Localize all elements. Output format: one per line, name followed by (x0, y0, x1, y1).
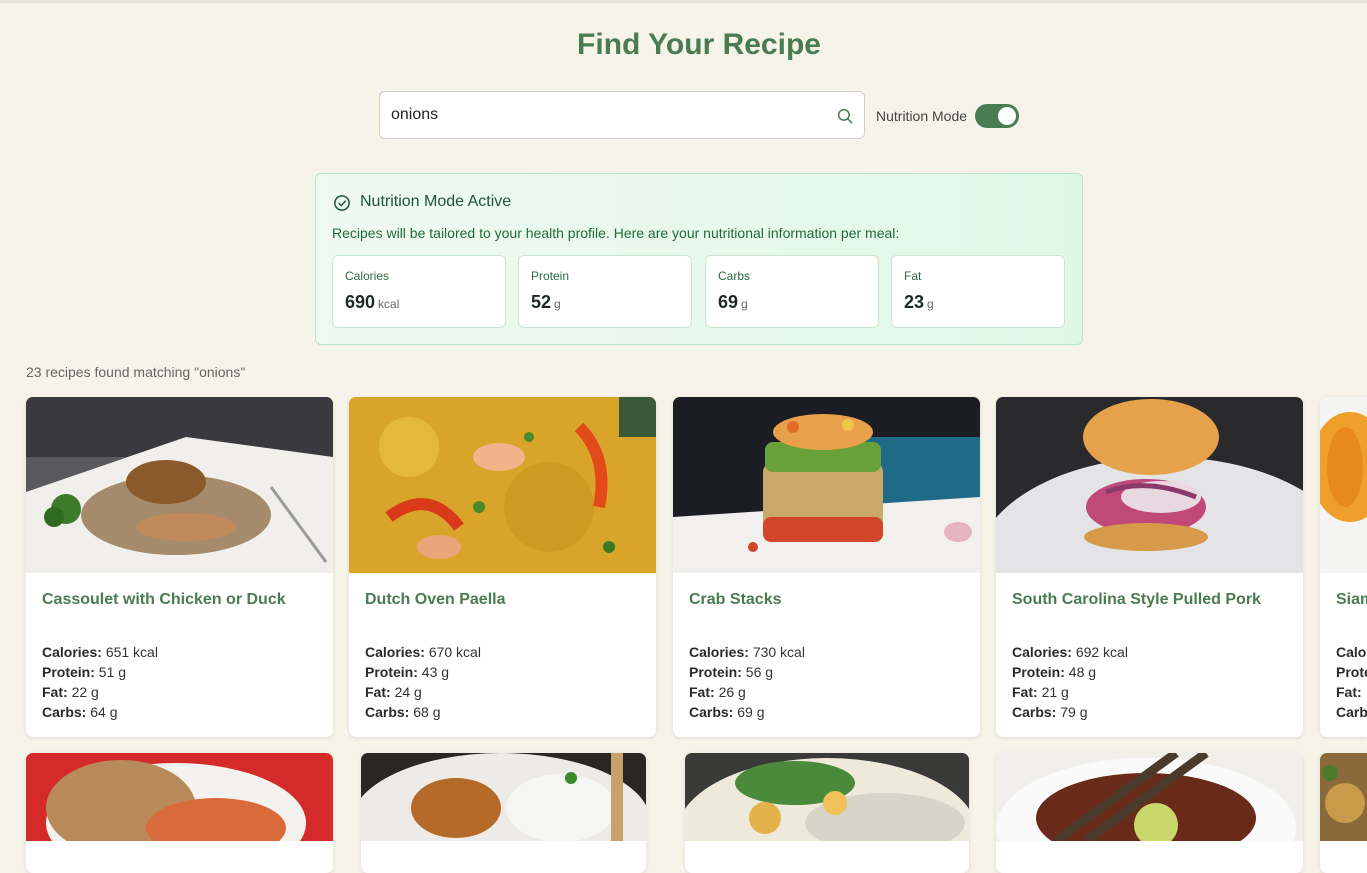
recipe-card[interactable]: Cassoulet with Chicken or Duck Calories:… (26, 397, 333, 737)
stat-label: Fat: (1336, 684, 1362, 700)
recipe-image[interactable] (996, 397, 1303, 573)
macro-label: Carbs (718, 269, 751, 283)
macro-label: Protein (531, 269, 570, 283)
nutrition-panel: Nutrition Mode Active Recipes will be ta… (315, 173, 1083, 345)
macro-unit: g (554, 297, 561, 311)
stat-label: Calories: (689, 644, 749, 660)
recipe-card[interactable]: Crab Stacks Calories: 730 kcal Protein: … (673, 397, 980, 737)
recipe-image[interactable] (996, 753, 1303, 841)
stat-label: Fat: (365, 684, 391, 700)
recipe-stats: Calories: 730 kcal Protein: 56 g Fat: 26… (689, 642, 805, 722)
macro-unit: kcal (378, 297, 400, 311)
recipe-card[interactable] (361, 753, 646, 873)
page-title: Find Your Recipe (577, 28, 821, 61)
recipe-card[interactable] (26, 753, 333, 873)
macro-value: 69 (718, 292, 739, 312)
nutrition-panel-title: Nutrition Mode Active (360, 193, 512, 210)
recipe-protein: 56 g (745, 664, 774, 680)
macro-value: 690 (345, 292, 376, 312)
recipe-title[interactable]: Crab Stacks (689, 591, 974, 609)
recipe-fat: 22 g (71, 684, 99, 700)
stat-label: Protein: (365, 664, 418, 680)
macro-card-protein: Protein 52 g (518, 255, 692, 328)
recipe-carbs: 79 g (1060, 704, 1088, 720)
macro-unit: g (927, 297, 934, 311)
check-circle-icon (334, 195, 350, 211)
macro-value: 23 (904, 292, 925, 312)
macro-label: Calories (345, 269, 390, 283)
stat-label: Protein: (1336, 664, 1367, 680)
recipe-protein: 51 g (98, 664, 127, 680)
results-count: 23 recipes found matching "onions" (26, 364, 246, 380)
recipe-image[interactable] (673, 397, 980, 573)
recipe-title[interactable]: South Carolina Style Pulled Pork (1012, 591, 1297, 609)
macro-unit: g (741, 297, 748, 311)
recipe-image[interactable] (1320, 397, 1367, 573)
recipe-card[interactable] (996, 753, 1303, 873)
recipe-fat: 26 g (718, 684, 746, 700)
recipe-card[interactable] (1320, 753, 1367, 873)
recipe-stats: Calories: Protein: Fat: Carbs: (1336, 642, 1367, 722)
recipe-protein: 43 g (421, 664, 450, 680)
recipe-calories: 670 kcal (428, 644, 481, 660)
recipe-card[interactable]: Siam Calories: Protein: Fat: Carbs: (1320, 397, 1367, 737)
top-border (0, 0, 1367, 3)
stat-label: Calories: (1012, 644, 1072, 660)
recipe-card[interactable]: Dutch Oven Paella Calories: 670 kcal Pro… (349, 397, 656, 737)
recipe-calories: 692 kcal (1075, 644, 1128, 660)
stat-label: Protein: (689, 664, 742, 680)
stat-label: Calories: (365, 644, 425, 660)
stat-label: Fat: (1012, 684, 1038, 700)
stat-label: Protein: (42, 664, 95, 680)
macro-card-fat: Fat 23 g (891, 255, 1065, 328)
nutrition-mode-toggle[interactable] (975, 104, 1019, 128)
stat-label: Fat: (689, 684, 715, 700)
stat-label: Carbs: (365, 704, 410, 720)
recipe-carbs: 69 g (737, 704, 765, 720)
search-input[interactable] (391, 104, 821, 126)
recipe-title[interactable]: Cassoulet with Chicken or Duck (42, 591, 327, 609)
stat-label: Fat: (42, 684, 68, 700)
recipe-image[interactable] (349, 397, 656, 573)
macro-card-calories: Calories 690 kcal (332, 255, 506, 328)
recipe-stats: Calories: 651 kcal Protein: 51 g Fat: 22… (42, 642, 158, 722)
stat-label: Carbs: (1336, 704, 1367, 720)
search-icon[interactable] (836, 107, 854, 125)
recipe-image[interactable] (685, 753, 969, 841)
recipe-fat: 21 g (1041, 684, 1069, 700)
stat-label: Calories: (1336, 644, 1367, 660)
recipe-calories: 651 kcal (105, 644, 158, 660)
recipe-image[interactable] (26, 397, 333, 573)
recipe-title[interactable]: Dutch Oven Paella (365, 591, 650, 609)
toggle-knob (998, 107, 1016, 125)
recipe-stats: Calories: 692 kcal Protein: 48 g Fat: 21… (1012, 642, 1128, 722)
stat-label: Calories: (42, 644, 102, 660)
nutrition-mode-label: Nutrition Mode (876, 108, 968, 124)
macro-label: Fat (904, 269, 922, 283)
recipe-carbs: 64 g (90, 704, 118, 720)
nutrition-panel-description: Recipes will be tailored to your health … (332, 225, 900, 241)
recipe-card[interactable] (685, 753, 969, 873)
search-box[interactable] (379, 91, 865, 139)
recipe-protein: 48 g (1068, 664, 1097, 680)
recipe-calories: 730 kcal (752, 644, 805, 660)
recipe-title[interactable]: Siam (1336, 591, 1367, 609)
recipe-image[interactable] (361, 753, 646, 841)
stat-label: Carbs: (689, 704, 734, 720)
stat-label: Carbs: (42, 704, 87, 720)
recipe-card[interactable]: South Carolina Style Pulled Pork Calorie… (996, 397, 1303, 737)
macro-card-carbs: Carbs 69 g (705, 255, 879, 328)
recipe-stats: Calories: 670 kcal Protein: 43 g Fat: 24… (365, 642, 481, 722)
macro-value: 52 (531, 292, 552, 312)
stat-label: Carbs: (1012, 704, 1057, 720)
recipe-image[interactable] (26, 753, 333, 841)
stat-label: Protein: (1012, 664, 1065, 680)
recipe-image[interactable] (1320, 753, 1367, 841)
recipe-carbs: 68 g (413, 704, 441, 720)
recipe-fat: 24 g (394, 684, 422, 700)
